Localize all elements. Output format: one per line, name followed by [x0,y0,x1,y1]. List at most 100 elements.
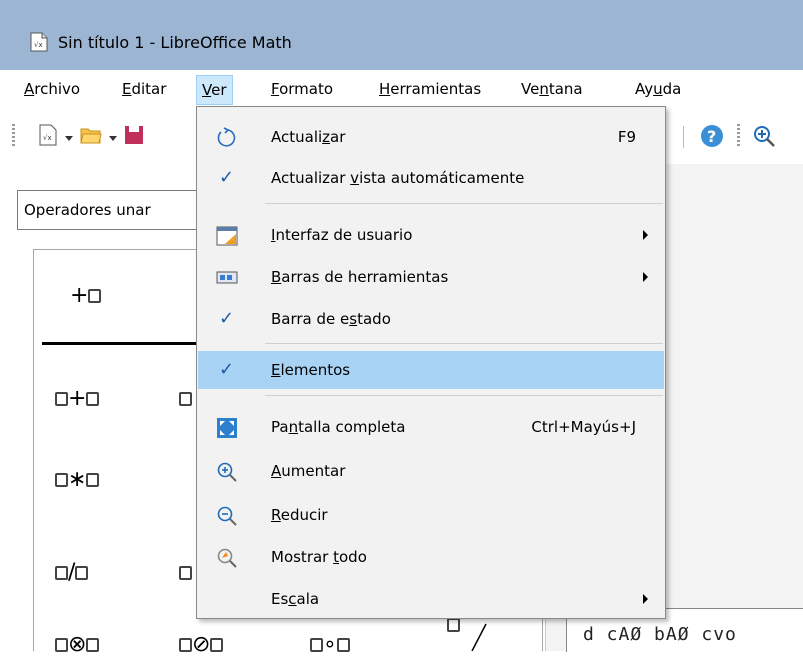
document-formula-text: d cAØ bAØ cvo [583,624,737,645]
placeholder-box [75,566,89,580]
check-icon: ✓ [219,308,235,329]
help-icon[interactable]: ? [700,124,724,148]
menu-formato[interactable]: Formato [269,76,335,102]
placeholder-box [55,638,68,652]
placeholder-box [55,392,68,406]
fullscreen-icon [217,418,237,438]
zoom-in-icon [217,462,237,482]
placeholder-box [310,638,323,652]
menu-ventana-label-a: Ve [521,80,540,98]
elements-separator [42,342,202,345]
element-divide[interactable]: / [55,560,89,585]
menu-item-label: Barra de estado [271,310,391,328]
placeholder-box [210,638,224,652]
math-document-icon: √x [30,32,48,52]
new-document-dropdown-arrow[interactable] [65,136,73,141]
menu-ayuda-label-b: da [662,80,682,98]
placeholder-box [179,638,192,652]
menu-item-shortcut: F9 [617,128,636,146]
menu-item-label: Mostrar todo [271,548,367,566]
menu-separator [265,203,663,204]
refresh-icon [217,127,236,147]
menu-bar: Archivo Editar Ver Formato Herramientas … [0,70,803,106]
submenu-arrow-icon [643,594,648,604]
menu-item-label: Pantalla completa [271,418,406,436]
placeholder-box [86,638,100,652]
open-folder-icon[interactable] [80,124,102,146]
menu-item-barras-herramientas[interactable]: Barras de herramientas [198,258,664,296]
placeholder-box [447,618,460,632]
save-icon[interactable] [124,124,144,146]
menu-item-actualizar[interactable]: Actualizar F9 [198,118,664,156]
placeholder-box [86,392,100,406]
svg-text:√x: √x [43,134,52,142]
show-all-icon [217,548,237,568]
zoom-in-toolbar-icon[interactable] [752,124,776,148]
menu-ver-label: er [211,81,227,99]
menu-herramientas-label: erramientas [390,80,482,98]
menu-ayuda-label-a: Ay [635,80,654,98]
view-menu-dropdown: Actualizar F9 ✓ Actualizar vista automát… [196,106,666,619]
element-binary-plus[interactable]: + [55,386,100,411]
placeholder-box [55,473,68,487]
element-ring-operator[interactable]: ∘ [310,632,350,657]
symbol-label: ⊘ [192,632,211,657]
element-unary-plus[interactable]: + [70,283,102,308]
menu-item-label: Actualizar [271,128,346,146]
toolbars-icon [216,271,238,284]
menu-ver[interactable]: Ver [196,75,233,105]
submenu-arrow-icon [643,272,648,282]
submenu-arrow-icon [643,230,648,240]
placeholder-box [55,566,68,580]
menu-herramientas[interactable]: Herramientas [377,76,483,102]
menu-item-barra-estado[interactable]: ✓ Barra de estado [198,300,664,338]
menu-formato-label: ormato [279,80,334,98]
placeholder-box [179,392,192,406]
menu-archivo[interactable]: Archivo [22,76,82,102]
menu-ayuda[interactable]: Ayuda [633,76,683,102]
check-icon: ✓ [219,359,235,380]
toolbar-separator [683,126,684,148]
menu-item-shortcut: Ctrl+Mayús+J [531,418,636,436]
placeholder-box [336,638,350,652]
open-dropdown-arrow[interactable] [109,136,117,141]
menu-editar[interactable]: Editar [120,76,168,102]
menu-item-aumentar[interactable]: Aumentar [198,452,664,490]
menu-item-reducir[interactable]: Reducir [198,496,664,534]
svg-text:√x: √x [34,41,43,49]
menu-ventana[interactable]: Ventana [519,76,585,102]
placeholder-box [88,289,102,303]
symbol-label: + [70,283,89,308]
svg-text:?: ? [707,127,716,146]
menu-editar-label: ditar [131,80,167,98]
symbol-label: ∗ [68,467,87,492]
placeholder-box [179,566,192,580]
menu-item-mostrar-todo[interactable]: Mostrar todo [198,538,664,576]
window-title: Sin título 1 - LibreOffice Math [58,33,292,52]
elements-category-select[interactable]: Operadores unar [17,190,207,230]
element-partial-2[interactable] [179,560,192,585]
menu-item-actualizar-vista-auto[interactable]: ✓ Actualizar vista automáticamente [198,159,664,197]
element-partial-1[interactable] [179,386,192,411]
menu-item-escala[interactable]: Escala [198,580,664,618]
placeholder-box [86,473,100,487]
element-slash-mark [471,623,487,651]
element-circled-slash[interactable]: ⊘ [179,632,224,657]
new-document-icon[interactable]: √x [38,124,58,146]
menu-item-interfaz-usuario[interactable]: Interfaz de usuario [198,216,664,254]
check-icon: ✓ [219,167,235,188]
toolbar-grip[interactable] [12,124,15,146]
element-circled-times[interactable]: ⊗ [55,632,100,657]
symbol-label: + [68,386,87,411]
menu-item-label: Interfaz de usuario [271,226,413,244]
element-multiply[interactable]: ∗ [55,467,100,492]
user-interface-icon [216,226,238,246]
menu-ventana-label-b: tana [548,80,583,98]
menu-separator [265,343,663,344]
menu-item-elementos[interactable]: ✓ Elementos [198,351,664,389]
menu-item-label: Barras de herramientas [271,268,449,286]
menu-item-label: Aumentar [271,462,346,480]
toolbar-grip-2[interactable] [737,124,740,146]
menu-item-pantalla-completa[interactable]: Pantalla completa Ctrl+Mayús+J [198,408,664,446]
symbol-label: ⊗ [68,632,87,657]
